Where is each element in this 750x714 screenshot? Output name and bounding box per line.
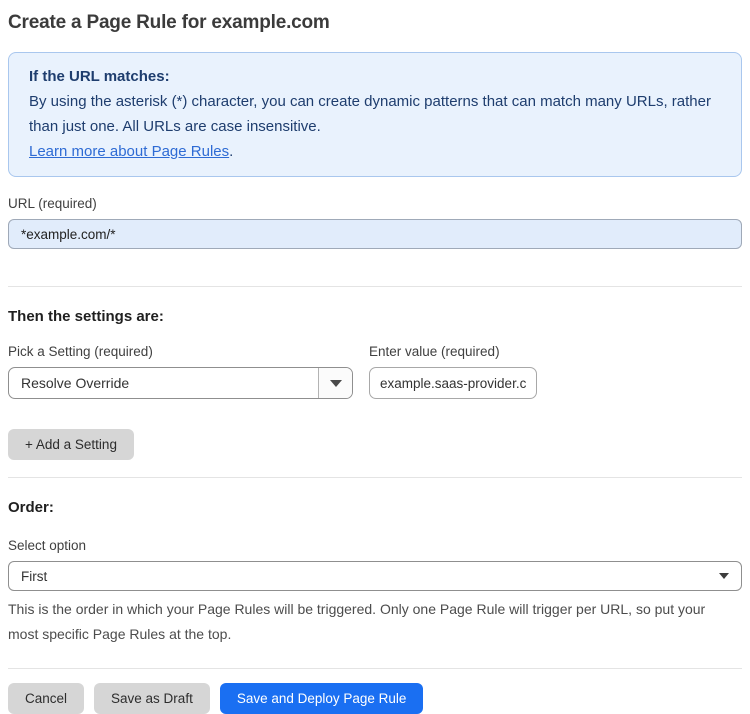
setting-picker-column: Pick a Setting (required) Resolve Overri… xyxy=(8,325,353,399)
add-setting-button[interactable]: + Add a Setting xyxy=(8,429,134,460)
setting-select-value: Resolve Override xyxy=(21,375,130,391)
order-select-value: First xyxy=(21,568,48,584)
info-box-body: By using the asterisk (*) character, you… xyxy=(29,93,711,135)
footer-actions: Cancel Save as Draft Save and Deploy Pag… xyxy=(8,683,742,714)
footer-divider xyxy=(8,668,742,669)
settings-row: Pick a Setting (required) Resolve Overri… xyxy=(8,325,742,399)
url-input[interactable] xyxy=(8,219,742,249)
chevron-down-icon xyxy=(329,379,342,387)
section-divider xyxy=(8,477,742,478)
save-and-deploy-button[interactable]: Save and Deploy Page Rule xyxy=(219,683,424,714)
url-match-info-box: If the URL matches: By using the asteris… xyxy=(8,52,742,177)
learn-more-link[interactable]: Learn more about Page Rules xyxy=(29,143,229,160)
link-suffix: . xyxy=(229,143,234,160)
setting-select[interactable]: Resolve Override xyxy=(8,367,353,399)
order-select-label: Select option xyxy=(8,538,87,553)
order-heading: Order: xyxy=(8,499,54,516)
setting-select-arrow-button[interactable] xyxy=(318,368,352,398)
info-box-link-line: Learn more about Page Rules. xyxy=(29,139,721,164)
url-field-label: URL (required) xyxy=(8,196,97,211)
page-title: Create a Page Rule for example.com xyxy=(8,12,330,33)
section-divider xyxy=(8,286,742,287)
cancel-button[interactable]: Cancel xyxy=(8,683,85,714)
save-as-draft-button[interactable]: Save as Draft xyxy=(94,683,210,714)
info-box-heading: If the URL matches: xyxy=(29,68,170,85)
setting-value-column: Enter value (required) xyxy=(369,332,537,399)
settings-heading: Then the settings are: xyxy=(8,308,164,325)
order-select[interactable]: First xyxy=(8,561,742,591)
value-field-label: Enter value (required) xyxy=(369,344,500,359)
chevron-down-icon xyxy=(719,573,729,579)
setting-value-input[interactable] xyxy=(369,367,537,399)
page-rule-form: Create a Page Rule for example.com If th… xyxy=(0,12,750,714)
order-help-text: This is the order in which your Page Rul… xyxy=(8,601,706,642)
setting-select-label: Pick a Setting (required) xyxy=(8,344,153,359)
